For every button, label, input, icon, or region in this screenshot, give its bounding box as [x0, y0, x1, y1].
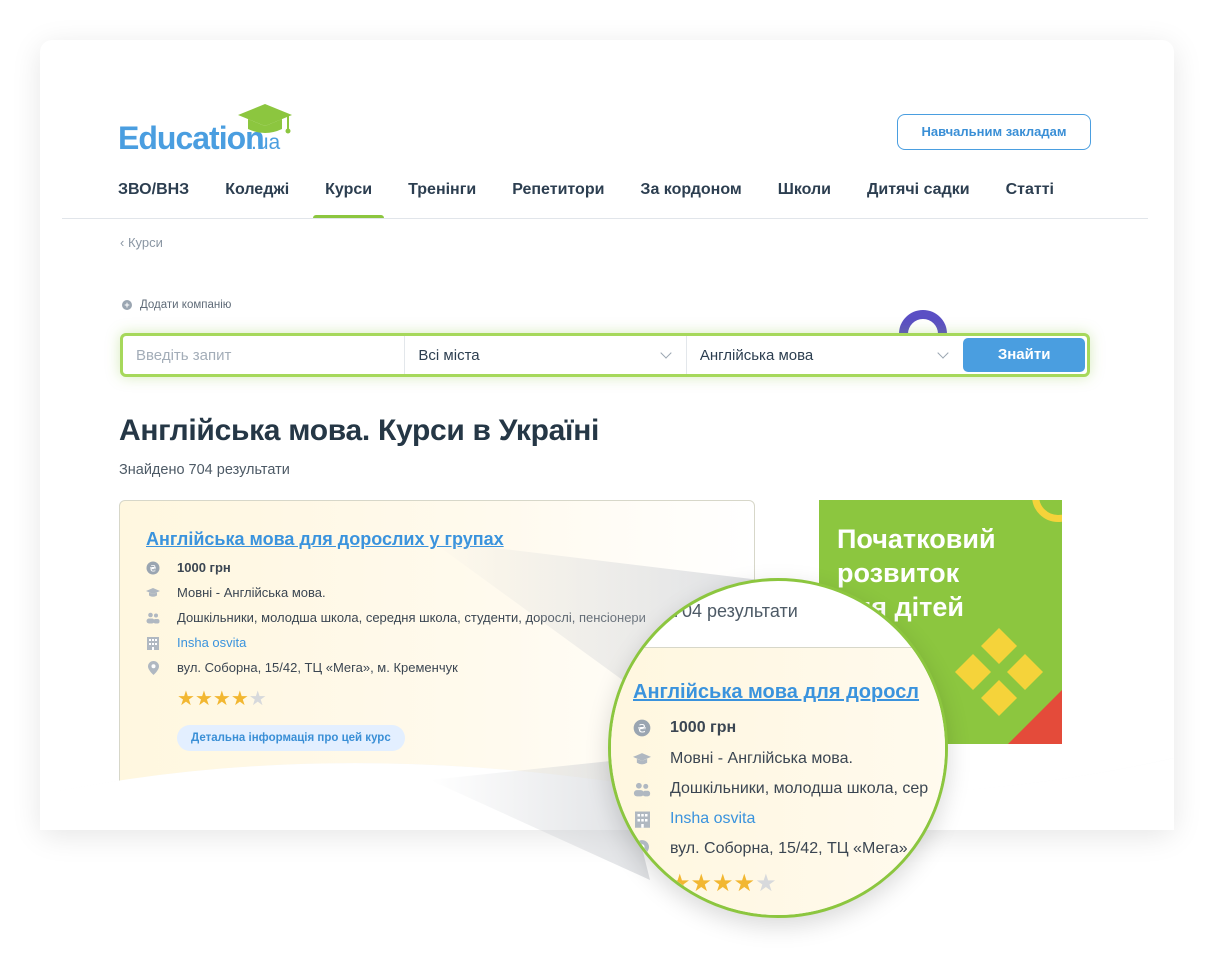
category-row: Мовні - Англійська мова.	[146, 585, 326, 600]
star-empty-icon: ★	[248, 688, 267, 710]
nav-item-tutors[interactable]: Репетитори	[512, 179, 604, 219]
chevron-down-icon	[937, 347, 949, 359]
company-row: Insha osvita	[146, 635, 246, 650]
people-icon	[146, 611, 160, 625]
building-icon	[146, 636, 160, 650]
main-nav: ЗВО/ВНЗ Коледжі Курси Тренінги Репетитор…	[118, 179, 1054, 219]
nav-item-abroad[interactable]: За кордоном	[640, 179, 741, 219]
magnified-company: Insha osvita	[670, 810, 756, 827]
add-company-label: Додати компанію	[140, 299, 232, 311]
nav-item-universities[interactable]: ЗВО/ВНЗ	[118, 179, 189, 219]
course-company-link[interactable]: Insha osvita	[177, 635, 246, 650]
magnified-address: вул. Соборна, 15/42, ТЦ «Мега»	[670, 840, 908, 857]
details-button[interactable]: Детальна інформація про цей курс	[177, 725, 405, 751]
nav-item-kindergartens[interactable]: Дитячі садки	[867, 179, 970, 219]
rating-stars: ★★★★★	[177, 686, 267, 711]
star-filled-icon: ★	[230, 688, 249, 710]
hryvnia-coin-icon: ₴	[633, 719, 651, 737]
course-address: вул. Соборна, 15/42, ТЦ «Мега», м. Креме…	[177, 660, 458, 675]
nav-item-colleges[interactable]: Коледжі	[225, 179, 289, 219]
magnified-course-title: Англійська мова для доросл	[633, 681, 920, 703]
city-select[interactable]: Всі міста	[405, 336, 687, 374]
address-row: вул. Соборна, 15/42, ТЦ «Мега», м. Креме…	[146, 660, 458, 675]
graduation-cap-icon	[633, 750, 651, 768]
people-icon	[633, 780, 651, 798]
magnified-category-row: Мовні - Англійська мова.	[633, 750, 853, 768]
subject-select[interactable]: Англійська мова	[687, 336, 963, 374]
magnified-category: Мовні - Англійська мова.	[670, 750, 853, 767]
breadcrumb-label: Курси	[127, 235, 163, 250]
star-empty-icon: ★	[755, 870, 777, 897]
institutions-button[interactable]: Навчальним закладам	[897, 114, 1091, 150]
map-pin-icon	[146, 660, 160, 675]
magnified-price-row: ₴ 1000 грн	[633, 719, 736, 737]
map-pin-icon	[633, 840, 651, 858]
nav-divider	[62, 218, 1148, 219]
graduation-cap-icon	[238, 104, 292, 134]
star-filled-icon: ★	[669, 870, 691, 897]
chevron-left-icon: ‹	[120, 235, 128, 250]
city-select-value: Всі міста	[418, 346, 480, 364]
magnified-audience: Дошкільники, молодша школа, сер	[670, 780, 929, 797]
course-category: Мовні - Англійська мова.	[177, 585, 326, 600]
results-count: Знайдено 704 результати	[119, 462, 290, 478]
star-filled-icon: ★	[712, 870, 734, 897]
hryvnia-coin-icon: ₴	[146, 561, 160, 575]
search-bar: Введіть запит Всі міста Англійська мова …	[120, 333, 1090, 377]
course-price: 1000 грн	[177, 560, 231, 575]
magnified-price: 1000 грн	[670, 719, 737, 736]
magnified-audience-row: Дошкільники, молодша школа, сер	[633, 780, 928, 798]
magnified-company-row: Insha osvita	[633, 810, 755, 828]
star-filled-icon: ★	[194, 688, 213, 710]
graduation-cap-icon	[146, 586, 160, 600]
page-sheet: Education .ua Навчальним закладам ЗВО/ВН…	[40, 40, 1174, 830]
magnified-address-row: вул. Соборна, 15/42, ТЦ «Мега»	[633, 840, 908, 858]
search-input[interactable]: Введіть запит	[123, 336, 406, 374]
breadcrumb[interactable]: ‹ Курси	[120, 235, 163, 250]
search-button[interactable]: Знайти	[963, 338, 1085, 372]
nav-item-articles[interactable]: Статті	[1006, 179, 1054, 219]
price-row: ₴ 1000 грн	[146, 560, 231, 575]
star-filled-icon: ★	[177, 688, 195, 710]
page-title: Англійська мова. Курси в Україні	[119, 414, 600, 447]
chevron-down-icon	[660, 347, 672, 359]
star-filled-icon: ★	[212, 688, 231, 710]
course-title-link[interactable]: Англійська мова для дорослих у групах	[146, 529, 504, 550]
audience-row: Дошкільники, молодша школа, середня школ…	[146, 610, 646, 625]
plus-circle-icon: +	[122, 300, 132, 310]
subject-select-value: Англійська мова	[699, 346, 814, 364]
ad-text-line: Початковий	[837, 524, 996, 554]
nav-item-schools[interactable]: Школи	[778, 179, 831, 219]
magnified-results-count: о 704 результати	[657, 601, 798, 621]
star-filled-icon: ★	[733, 870, 756, 897]
svg-text:₴: ₴	[638, 722, 647, 736]
magnified-rating-stars: ★★★★★	[669, 869, 777, 898]
building-icon	[633, 810, 651, 828]
add-company-link[interactable]: + Додати компанію	[122, 299, 231, 311]
ad-corner	[1008, 690, 1062, 744]
nav-item-trainings[interactable]: Тренінги	[408, 179, 476, 219]
nav-item-courses[interactable]: Курси	[313, 179, 385, 219]
star-filled-icon: ★	[690, 870, 713, 897]
decorative-ring	[1032, 500, 1062, 522]
svg-text:₴: ₴	[150, 564, 157, 574]
course-audience: Дошкільники, молодша школа, середня школ…	[177, 610, 646, 625]
magnifier-lens: о 704 результати Англійська мова для дор…	[608, 578, 948, 918]
